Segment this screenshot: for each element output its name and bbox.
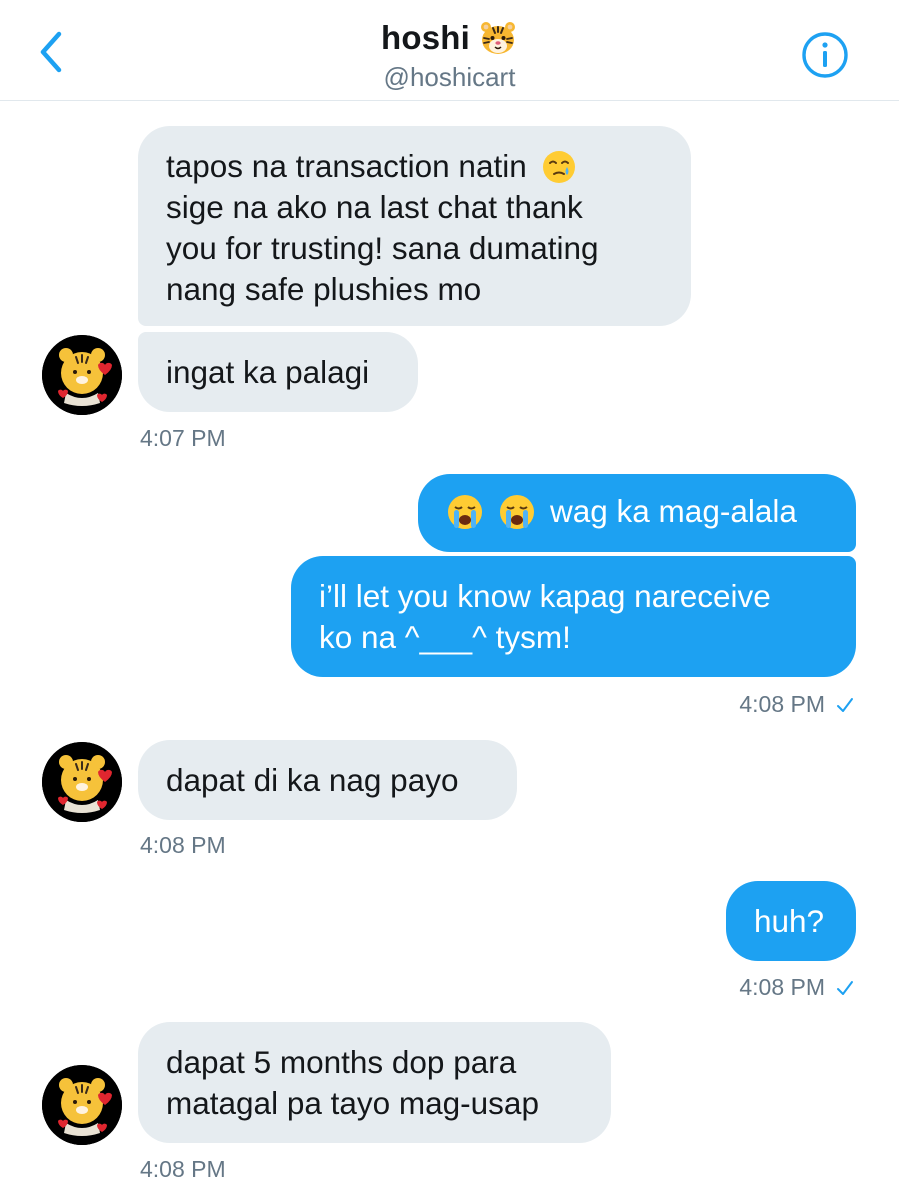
contact-handle: @hoshicart — [383, 62, 516, 92]
tiger-plush-avatar — [42, 742, 122, 822]
checkmark-icon — [837, 697, 853, 712]
message-timestamp: 4:08 PM — [140, 832, 226, 858]
message-text: huh? — [754, 903, 825, 939]
face-holding-back-tears-emoji — [542, 150, 575, 183]
message-text: wag ka mag-alala — [550, 493, 797, 529]
avatar[interactable] — [42, 1065, 122, 1145]
message-timestamp: 4:07 PM — [140, 425, 226, 451]
message-text: dapat 5 months dop para — [166, 1044, 517, 1080]
message-text: ko na ^___^ tysm! — [319, 619, 571, 655]
avatar[interactable] — [42, 742, 122, 822]
message-text: i’ll let you know kapag nareceive — [319, 578, 771, 614]
outgoing-message-bubble[interactable]: wag ka mag-alala — [418, 474, 856, 552]
incoming-message-bubble[interactable]: ingat ka palagi — [138, 332, 418, 412]
contact-name: hoshi — [381, 19, 470, 56]
conversation-title[interactable]: hoshi @hoshicart — [0, 18, 899, 93]
outgoing-message-bubble[interactable]: huh? — [726, 881, 856, 961]
loudly-crying-face-emoji — [448, 494, 482, 529]
outgoing-message-bubble[interactable]: i’ll let you know kapag nareceive ko na … — [291, 556, 856, 677]
message-text: matagal pa tayo mag-usap — [166, 1085, 539, 1121]
info-button[interactable] — [800, 30, 850, 80]
conversation-header: hoshi @hoshicart — [0, 0, 899, 101]
message-text: tapos na transaction natin — [166, 148, 527, 184]
incoming-message-bubble[interactable]: tapos na transaction natin sige na ako n… — [138, 126, 691, 326]
info-circle-icon — [802, 32, 848, 78]
message-text: sige na ako na last chat thank — [166, 189, 583, 225]
message-text: dapat di ka nag payo — [166, 762, 459, 798]
checkmark-icon — [837, 980, 853, 995]
tiger-plush-avatar — [42, 335, 122, 415]
message-timestamp: 4:08 PM — [600, 691, 855, 718]
tiger-plush-avatar — [42, 1065, 122, 1145]
tiger-face-emoji — [481, 22, 515, 54]
message-text: you for trusting! sana dumating — [166, 230, 599, 266]
incoming-message-bubble[interactable]: dapat di ka nag payo — [138, 740, 517, 820]
message-text: nang safe plushies mo — [166, 271, 482, 307]
loudly-crying-face-emoji — [500, 494, 534, 529]
incoming-message-bubble[interactable]: dapat 5 months dop para matagal pa tayo … — [138, 1022, 611, 1143]
message-timestamp: 4:08 PM — [600, 974, 855, 1001]
message-text: ingat ka palagi — [166, 354, 370, 390]
message-timestamp: 4:08 PM — [140, 1156, 226, 1182]
avatar[interactable] — [42, 335, 122, 415]
